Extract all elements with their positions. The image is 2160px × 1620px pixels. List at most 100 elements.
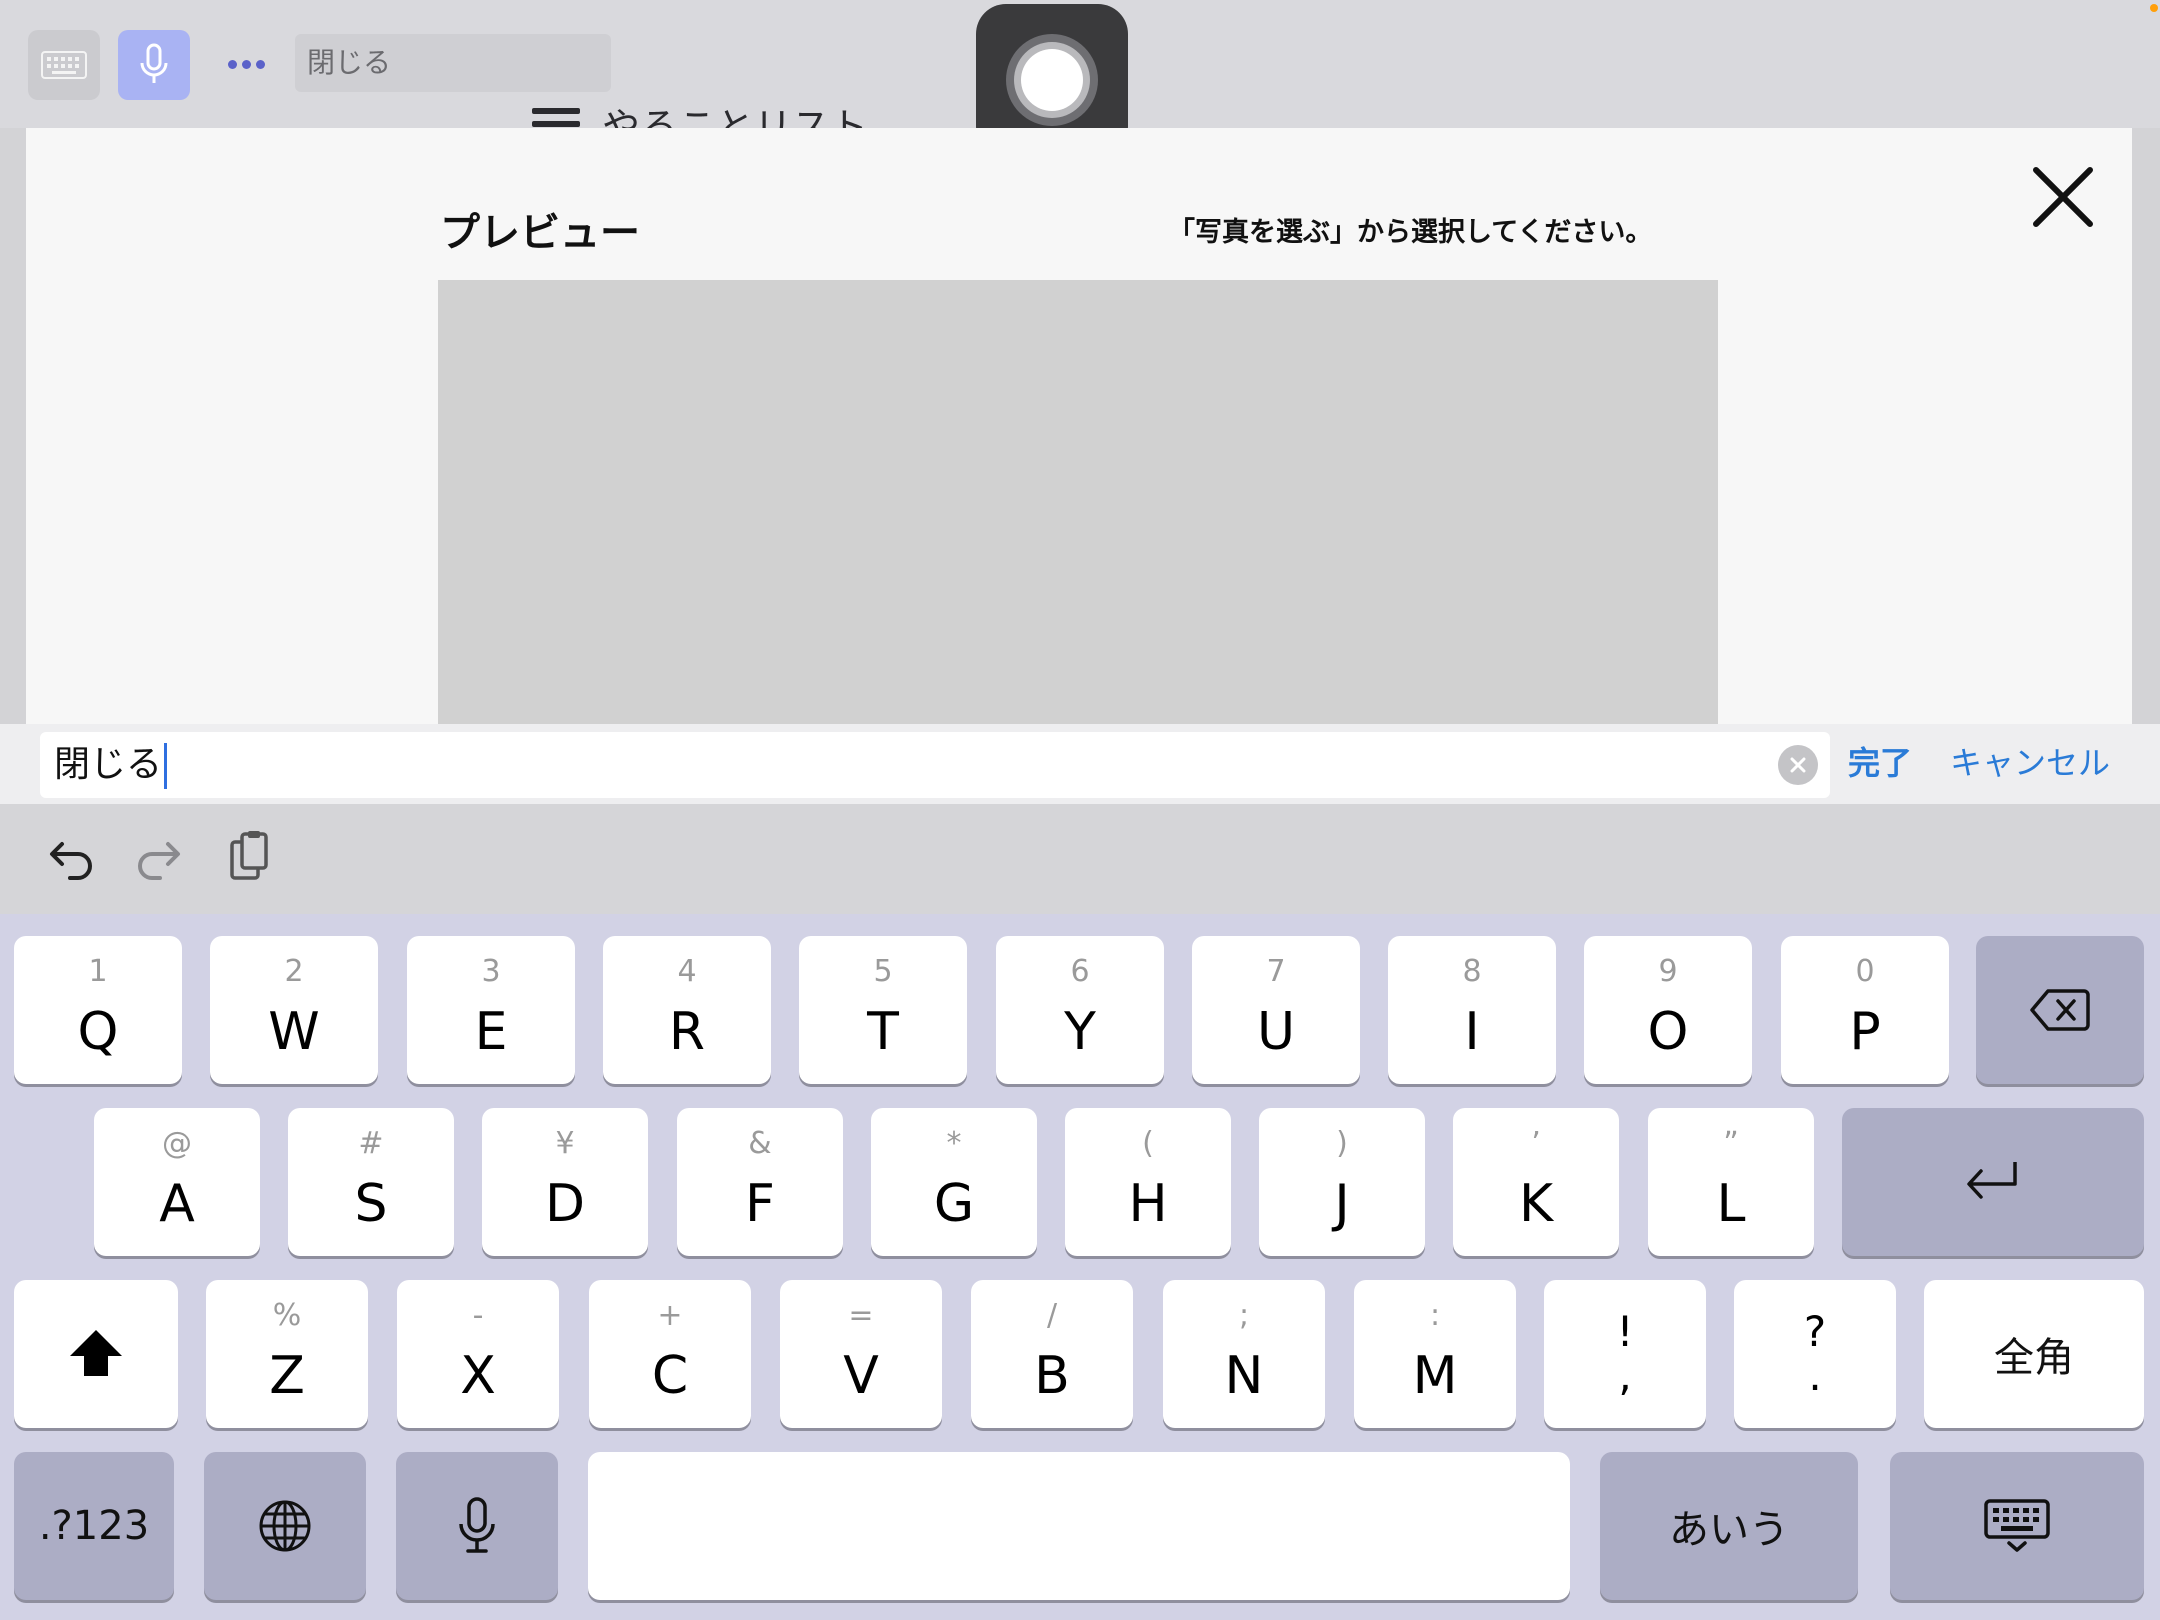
keyboard-button[interactable]	[28, 30, 100, 100]
text-caret	[164, 743, 168, 789]
globe-icon	[259, 1500, 311, 1552]
key-s[interactable]: # S	[288, 1108, 454, 1256]
key-e[interactable]: 3E	[407, 936, 575, 1084]
text-input-field[interactable]: 閉じる	[40, 732, 1830, 798]
more-button[interactable]	[218, 36, 274, 92]
assistive-touch-icon	[1006, 34, 1098, 126]
key-t[interactable]: 5T	[799, 936, 967, 1084]
key-o[interactable]: 9O	[1584, 936, 1752, 1084]
key-u[interactable]: 7U	[1192, 936, 1360, 1084]
space-key[interactable]	[588, 1452, 1570, 1600]
redo-button[interactable]	[130, 828, 190, 888]
key-primary-label: R	[668, 1002, 706, 1062]
close-icon	[2033, 167, 2093, 227]
key-k[interactable]: ’ K	[1453, 1108, 1619, 1256]
more-icon-dot	[227, 59, 237, 69]
key-secondary-label: /	[1046, 1298, 1058, 1333]
key-primary-label: E	[474, 1002, 508, 1062]
key-c[interactable]: + C	[589, 1280, 751, 1428]
zenkaku-key[interactable]: 全角	[1924, 1280, 2144, 1428]
done-button[interactable]: 完了	[1848, 738, 1912, 784]
key-z[interactable]: % Z	[206, 1280, 368, 1428]
key-primary-label: B	[1034, 1346, 1070, 1406]
key-primary-label: C	[651, 1346, 689, 1406]
key-primary-label: S	[354, 1174, 388, 1234]
key-primary-label: J	[1334, 1174, 1350, 1234]
return-key[interactable]	[1842, 1108, 2144, 1256]
key-secondary-label: &	[748, 1126, 772, 1161]
key-secondary-label: )	[1336, 1126, 1348, 1161]
numbers-key[interactable]: .?123	[14, 1452, 174, 1600]
key-secondary-label: ;	[1238, 1298, 1250, 1333]
key-secondary-label: 5	[873, 954, 893, 989]
backspace-key[interactable]	[1976, 936, 2144, 1084]
preview-heading: プレビュー	[440, 210, 640, 256]
key-secondary-label: #	[358, 1126, 384, 1161]
key-secondary-label: 3	[481, 954, 501, 989]
key-primary-label: N	[1224, 1346, 1264, 1406]
key-primary-label: F	[745, 1174, 775, 1234]
key-a[interactable]: @ A	[94, 1108, 260, 1256]
key-q[interactable]: 1Q	[14, 936, 182, 1084]
key-primary-label: A	[159, 1174, 195, 1234]
dictation-key[interactable]	[396, 1452, 558, 1600]
question-key-bottom: .	[1808, 1351, 1822, 1400]
question-key[interactable]: ?.	[1734, 1280, 1896, 1428]
key-i[interactable]: 8I	[1388, 936, 1556, 1084]
key-y[interactable]: 6Y	[996, 936, 1164, 1084]
key-h[interactable]: (H	[1065, 1108, 1231, 1256]
key-secondary-label: =	[848, 1298, 874, 1333]
key-secondary-label: 7	[1266, 954, 1286, 989]
key-l[interactable]: ” L	[1648, 1108, 1814, 1256]
key-j[interactable]: ) J	[1259, 1108, 1425, 1256]
dismiss-keyboard-key[interactable]	[1890, 1452, 2144, 1600]
cancel-button[interactable]: キャンセル	[1950, 738, 2110, 784]
key-b[interactable]: / B	[971, 1280, 1133, 1428]
dictation-button[interactable]	[118, 30, 190, 100]
clear-text-button[interactable]	[1778, 745, 1818, 785]
key-p[interactable]: 0P	[1781, 936, 1949, 1084]
kana-key[interactable]: あいう	[1600, 1452, 1858, 1600]
key-m[interactable]: :M	[1354, 1280, 1516, 1428]
key-primary-label: D	[544, 1174, 586, 1234]
key-primary-label: K	[1518, 1174, 1554, 1234]
key-secondary-label: :	[1429, 1298, 1441, 1333]
key-g[interactable]: * G	[871, 1108, 1037, 1256]
keyboard-dismiss-icon	[1984, 1499, 2050, 1552]
key-primary-label: T	[867, 1002, 899, 1062]
paste-icon	[230, 831, 268, 880]
key-secondary-label: 1	[88, 954, 108, 989]
key-n[interactable]: ; N	[1163, 1280, 1325, 1428]
exclamation-key[interactable]: !,	[1544, 1280, 1706, 1428]
undo-icon	[50, 842, 92, 880]
key-primary-label: H	[1128, 1174, 1168, 1234]
instruction-text: 「写真を選ぶ」から選択してください。	[1168, 217, 1653, 248]
key-secondary-label: -	[472, 1298, 484, 1333]
key-secondary-label: 0	[1855, 954, 1875, 989]
key-v[interactable]: = V	[780, 1280, 942, 1428]
key-x[interactable]: -X	[397, 1280, 559, 1428]
key-secondary-label: 9	[1658, 954, 1678, 989]
globe-key[interactable]	[204, 1452, 366, 1600]
toolbar-text-field[interactable]: 閉じる	[295, 34, 611, 92]
key-secondary-label: +	[657, 1298, 683, 1333]
key-d[interactable]: ¥ D	[482, 1108, 648, 1256]
key-f[interactable]: & F	[677, 1108, 843, 1256]
key-r[interactable]: 4R	[603, 936, 771, 1084]
close-button[interactable]	[2028, 162, 2098, 232]
list-icon	[532, 108, 580, 128]
paste-button[interactable]	[220, 828, 280, 888]
key-secondary-label: (	[1142, 1126, 1154, 1161]
key-primary-label: Q	[77, 1002, 119, 1062]
keyboard-shortcut-bar	[0, 804, 2160, 914]
key-primary-label: X	[460, 1346, 496, 1406]
shift-key[interactable]	[14, 1280, 178, 1428]
key-secondary-label: 2	[284, 954, 304, 989]
more-icon-dot	[241, 59, 251, 69]
shift-icon	[70, 1330, 122, 1376]
key-primary-label: Y	[1064, 1002, 1096, 1062]
key-primary-label: U	[1256, 1002, 1296, 1062]
key-w[interactable]: 2W	[210, 936, 378, 1084]
kana-key-label: あいう	[1669, 1507, 1789, 1553]
undo-button[interactable]	[40, 828, 100, 888]
